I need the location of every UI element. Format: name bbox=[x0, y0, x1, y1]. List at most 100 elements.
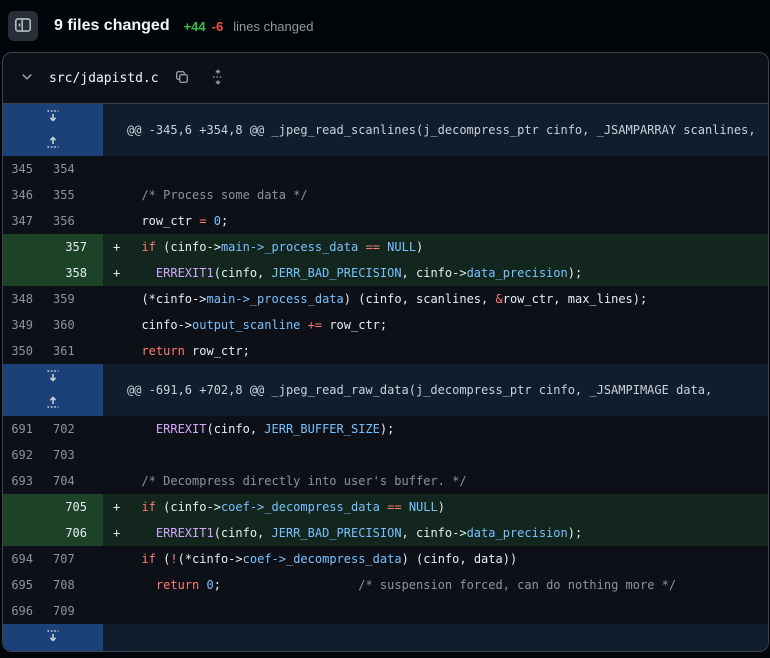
line-number-new[interactable]: 361 bbox=[53, 338, 103, 364]
diff-marker-plus: + bbox=[103, 494, 127, 520]
code-token bbox=[127, 344, 141, 358]
code-token: return bbox=[141, 344, 184, 358]
line-number-old[interactable]: 696 bbox=[3, 598, 53, 624]
code-token: JERR_BAD_PRECISION bbox=[272, 526, 402, 540]
diff-row-added: 358+ ERREXIT1(cinfo, JERR_BAD_PRECISION,… bbox=[3, 260, 768, 286]
diff-table: @@ -345,6 +354,8 @@ _jpeg_read_scanlines… bbox=[3, 104, 768, 651]
line-number-new[interactable]: 708 bbox=[53, 572, 103, 598]
line-number-old[interactable]: 350 bbox=[3, 338, 53, 364]
code-token: ; bbox=[221, 214, 228, 228]
line-number-new[interactable]: 357 bbox=[3, 234, 103, 260]
line-number-new[interactable]: 360 bbox=[53, 312, 103, 338]
code-token: coef->_decompress_data bbox=[243, 552, 402, 566]
code-token: /* suspension forced, can do nothing mor… bbox=[358, 578, 676, 592]
line-number-new[interactable]: 703 bbox=[53, 442, 103, 468]
line-number-old[interactable]: 691 bbox=[3, 416, 53, 442]
chevron-down-icon bbox=[21, 71, 33, 86]
expand-up-button[interactable] bbox=[3, 130, 103, 156]
diff-row-context: 694707 if (!(*cinfo->coef->_decompress_d… bbox=[3, 546, 768, 572]
expand-down-icon bbox=[45, 628, 61, 647]
diff-row-added: 705+ if (cinfo->coef->_decompress_data =… bbox=[3, 494, 768, 520]
expand-down-button[interactable] bbox=[3, 364, 103, 390]
code-token: & bbox=[495, 292, 502, 306]
code-token bbox=[127, 552, 141, 566]
line-number-new[interactable]: 359 bbox=[53, 286, 103, 312]
code-token bbox=[127, 500, 141, 514]
line-number-new[interactable]: 709 bbox=[53, 598, 103, 624]
expand-down-button[interactable] bbox=[3, 624, 103, 651]
line-number-new[interactable]: 358 bbox=[3, 260, 103, 286]
code-token: (cinfo, bbox=[214, 526, 272, 540]
line-number-old[interactable]: 693 bbox=[3, 468, 53, 494]
code-token: ); bbox=[568, 266, 582, 280]
code-token: , cinfo-> bbox=[402, 526, 467, 540]
code-token: output_scanline bbox=[192, 318, 300, 332]
line-number-new[interactable]: 706 bbox=[3, 520, 103, 546]
code-token: row_ctr bbox=[127, 214, 199, 228]
code-token: NULL bbox=[387, 240, 416, 254]
sidebar-toggle-button[interactable] bbox=[8, 11, 38, 41]
code-line: row_ctr = 0; bbox=[127, 208, 768, 234]
line-number-new[interactable]: 704 bbox=[53, 468, 103, 494]
line-number-old[interactable]: 692 bbox=[3, 442, 53, 468]
line-number-new[interactable]: 702 bbox=[53, 416, 103, 442]
line-number-new[interactable]: 356 bbox=[53, 208, 103, 234]
line-number-old[interactable]: 695 bbox=[3, 572, 53, 598]
hunk-header-text: @@ -691,6 +702,8 @@ _jpeg_read_raw_data(… bbox=[103, 364, 768, 416]
line-number-old[interactable]: 345 bbox=[3, 156, 53, 182]
code-token bbox=[127, 578, 156, 592]
expand-all-hunks-button[interactable] bbox=[205, 65, 231, 91]
diff-row-context: 349360 cinfo->output_scanline += row_ctr… bbox=[3, 312, 768, 338]
diff-marker bbox=[103, 156, 127, 182]
code-token: ERREXIT1 bbox=[156, 526, 214, 540]
collapse-file-button[interactable] bbox=[15, 66, 39, 90]
code-token: main->_process_data bbox=[206, 292, 343, 306]
code-token: if bbox=[141, 552, 155, 566]
code-token: coef->_decompress_data bbox=[221, 500, 380, 514]
line-number-old[interactable]: 349 bbox=[3, 312, 53, 338]
line-number-old[interactable]: 694 bbox=[3, 546, 53, 572]
lines-changed-counts: +44 -6 bbox=[184, 19, 224, 34]
copy-path-button[interactable] bbox=[169, 65, 195, 91]
diff-marker bbox=[103, 468, 127, 494]
hunk-expander-gutter bbox=[3, 104, 103, 156]
code-token: data_precision bbox=[467, 266, 568, 280]
line-number-old[interactable]: 346 bbox=[3, 182, 53, 208]
hunk-header-text: @@ -345,6 +354,8 @@ _jpeg_read_scanlines… bbox=[103, 104, 768, 156]
code-line: (*cinfo->main->_process_data) (cinfo, sc… bbox=[127, 286, 768, 312]
line-number-old[interactable]: 348 bbox=[3, 286, 53, 312]
diff-marker bbox=[103, 442, 127, 468]
added-line-gutter: 705 bbox=[3, 494, 103, 520]
file-path-link[interactable]: src/jdapistd.c bbox=[49, 71, 159, 86]
code-token: ) bbox=[438, 500, 445, 514]
diff-marker-plus: + bbox=[103, 520, 127, 546]
line-number-new[interactable]: 354 bbox=[53, 156, 103, 182]
code-line: return 0; /* suspension forced, can do n… bbox=[127, 572, 768, 598]
expand-up-icon bbox=[45, 134, 61, 153]
line-number-old[interactable]: 347 bbox=[3, 208, 53, 234]
expand-down-icon bbox=[45, 368, 61, 387]
code-token: /* Decompress directly into user's buffe… bbox=[127, 474, 467, 488]
diff-marker bbox=[103, 286, 127, 312]
expand-down-button[interactable] bbox=[3, 104, 103, 130]
diff-row-context: 695708 return 0; /* suspension forced, c… bbox=[3, 572, 768, 598]
code-token: if bbox=[141, 240, 155, 254]
code-token: == bbox=[387, 500, 401, 514]
code-token: (cinfo, bbox=[206, 422, 264, 436]
code-line: ERREXIT1(cinfo, JERR_BAD_PRECISION, cinf… bbox=[127, 520, 768, 546]
hunk-header-row: @@ -691,6 +702,8 @@ _jpeg_read_raw_data(… bbox=[3, 364, 768, 416]
line-number-new[interactable]: 707 bbox=[53, 546, 103, 572]
expand-up-button[interactable] bbox=[3, 390, 103, 416]
unfold-vertical-icon bbox=[210, 69, 226, 88]
diff-marker bbox=[103, 182, 127, 208]
deletions-count: -6 bbox=[212, 19, 224, 34]
code-token: JERR_BAD_PRECISION bbox=[272, 266, 402, 280]
diff-marker bbox=[103, 416, 127, 442]
line-number-new[interactable]: 355 bbox=[53, 182, 103, 208]
diff-marker bbox=[103, 338, 127, 364]
line-number-new[interactable]: 705 bbox=[3, 494, 103, 520]
diff-row-context: 691702 ERREXIT(cinfo, JERR_BUFFER_SIZE); bbox=[3, 416, 768, 442]
code-token: (cinfo, bbox=[214, 266, 272, 280]
diff-row-context: 350361 return row_ctr; bbox=[3, 338, 768, 364]
code-token: (*cinfo-> bbox=[127, 292, 206, 306]
